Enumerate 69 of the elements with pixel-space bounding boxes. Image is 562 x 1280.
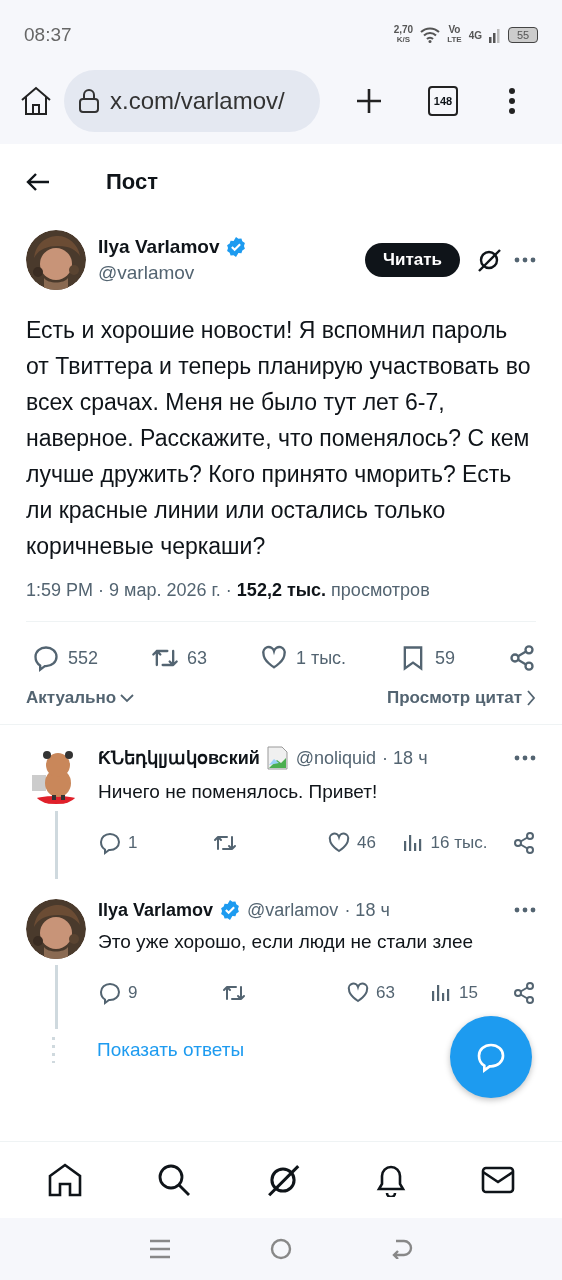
address-bar[interactable]: x.com/varlamov/ bbox=[64, 70, 320, 132]
network-type: 4G bbox=[468, 29, 482, 41]
quotes-link[interactable]: Просмотр цитат bbox=[387, 688, 536, 708]
compose-reply-button[interactable] bbox=[450, 1016, 532, 1098]
page-title: Пост bbox=[106, 169, 158, 195]
grok-icon[interactable] bbox=[265, 1162, 301, 1198]
home-icon[interactable] bbox=[47, 1163, 83, 1197]
share-icon[interactable] bbox=[508, 644, 536, 672]
share-icon[interactable] bbox=[511, 981, 536, 1005]
reply-text: Ничего не поменялось. Привет! bbox=[98, 781, 379, 803]
search-icon[interactable] bbox=[157, 1163, 191, 1197]
grok-icon[interactable] bbox=[476, 247, 502, 273]
plus-icon[interactable] bbox=[356, 88, 382, 114]
reply-time: · 18 ч bbox=[382, 747, 428, 769]
reply-text: Это уже хорошо, если люди не стали злее bbox=[98, 931, 475, 953]
action-count: 552 bbox=[68, 647, 99, 669]
reply-icon[interactable] bbox=[98, 831, 122, 855]
recent-apps-icon[interactable] bbox=[149, 1239, 172, 1259]
action-count: 63 bbox=[376, 983, 395, 1003]
reply-icon[interactable] bbox=[98, 981, 122, 1005]
sort-dropdown[interactable]: Актуально bbox=[26, 688, 135, 708]
post-text: Есть и хорошие новости! Я вспомнил пароль от Твиттера и теперь планирую участвовать во всех срачах. Меня не было тут лет 6-7, наверное. Расскажите, что поменялось? С кем лучше дружить? Кого принято чморить? Есть ли красные линии или остались только коричневые черкаши? bbox=[26, 316, 532, 561]
post-meta: 1:59 PM · 9 мар. 2026 г. · 152,2 тыс. просмотров bbox=[26, 580, 536, 622]
reply-author-name[interactable]: ƘՆեդկլյակօвский bbox=[98, 747, 260, 769]
tabs-button[interactable]: 148 bbox=[428, 86, 458, 116]
broken-image-icon bbox=[265, 745, 290, 771]
signal-icon bbox=[489, 27, 501, 43]
battery-level: 55 bbox=[516, 29, 530, 41]
home-icon[interactable] bbox=[20, 86, 52, 116]
action-count: 46 bbox=[357, 833, 376, 853]
author-name[interactable]: Ilya Varlamov bbox=[98, 236, 220, 258]
lock-icon bbox=[78, 88, 100, 114]
action-count: 1 тыс. bbox=[295, 647, 347, 669]
action-count: 15 bbox=[459, 983, 478, 1003]
back-icon[interactable] bbox=[26, 172, 50, 192]
wifi-icon bbox=[420, 27, 441, 43]
share-icon[interactable] bbox=[512, 831, 536, 855]
verified-icon bbox=[225, 236, 248, 258]
speed-unit: K/S bbox=[396, 35, 411, 45]
url-text: x.com/varlamov/ bbox=[110, 87, 285, 115]
action-count: 1 bbox=[128, 833, 138, 853]
reply-handle[interactable]: @varlamov bbox=[247, 899, 339, 921]
action-count: 16 тыс. bbox=[430, 833, 488, 853]
reply-icon[interactable] bbox=[32, 644, 60, 672]
network-speed: 2,70 bbox=[393, 25, 414, 35]
bell-icon[interactable] bbox=[375, 1163, 407, 1197]
action-count: 9 bbox=[128, 983, 138, 1003]
action-count: 59 bbox=[435, 647, 456, 669]
home-button-icon[interactable] bbox=[270, 1238, 292, 1260]
lte-label: LTE bbox=[447, 35, 462, 45]
verified-icon bbox=[219, 899, 242, 921]
clock: 08:37 bbox=[24, 24, 72, 46]
mail-icon[interactable] bbox=[481, 1166, 515, 1194]
reply-time: · 18 ч bbox=[344, 899, 390, 921]
author-handle[interactable]: @varlamov bbox=[98, 262, 354, 284]
chevron-right-icon bbox=[526, 690, 536, 706]
action-count: 63 bbox=[186, 647, 207, 669]
reply-author-name[interactable]: Ilya Varlamov bbox=[98, 899, 214, 921]
back-button-icon[interactable] bbox=[390, 1239, 413, 1259]
more-icon[interactable] bbox=[514, 907, 536, 913]
volte-label: Vo bbox=[448, 25, 461, 35]
heart-icon[interactable] bbox=[327, 831, 352, 855]
chevron-down-icon bbox=[120, 693, 135, 703]
heart-icon[interactable] bbox=[346, 981, 371, 1005]
more-icon[interactable] bbox=[508, 88, 516, 114]
follow-button[interactable]: Читать bbox=[365, 243, 460, 277]
more-icon[interactable] bbox=[514, 257, 536, 263]
more-icon[interactable] bbox=[514, 755, 536, 761]
reply-handle[interactable]: @noliquid bbox=[295, 747, 377, 769]
